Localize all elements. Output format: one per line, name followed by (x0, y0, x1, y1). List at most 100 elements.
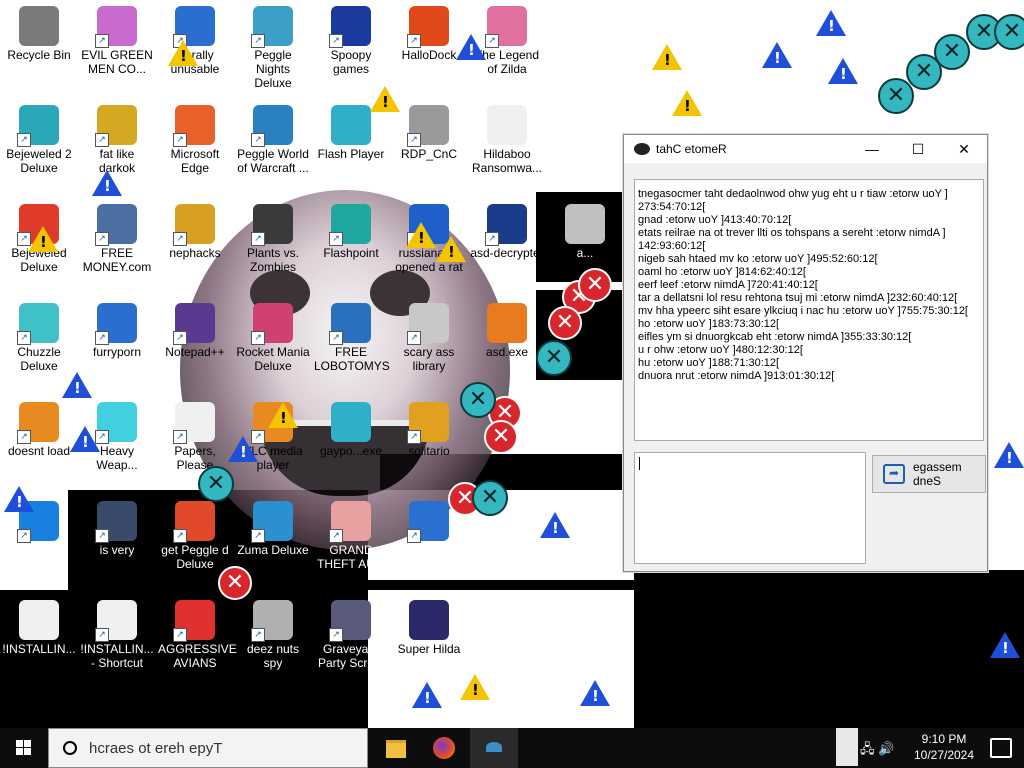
desktop-icon[interactable]: ↗ Microsoft Edge (156, 99, 234, 195)
desktop-icon[interactable]: ↗ FREE MONEY.com (78, 198, 156, 294)
peggle-icon: ↗ (251, 6, 293, 48)
desktop-icon[interactable]: ↗ Plants vs. Zombies (234, 198, 312, 294)
warning-icon[interactable] (168, 40, 198, 66)
teal-error-icon[interactable]: ✕ (536, 340, 572, 376)
desktop-icon[interactable]: ↗ AGGRESSIVE AVIANS (156, 594, 237, 690)
desktop-icon[interactable]: ↗ scary ass library (390, 297, 468, 393)
desktop-icon[interactable]: ↗ EVIL GREEN MEN CO... (78, 0, 156, 96)
desktop-icon[interactable]: ↗ is very (78, 495, 156, 591)
taskbar-search-box[interactable]: hcraes ot ereh epyT (48, 728, 368, 768)
teal-error-icon[interactable]: ✕ (994, 14, 1024, 50)
desktop-icon-label: Chuzzle Deluxe (17, 345, 61, 373)
desktop-icon[interactable]: ↗ nephacks (156, 198, 234, 294)
warning-icon[interactable] (268, 402, 298, 428)
desktop-icon[interactable]: ↗ FREE LOBOTOMYS (312, 297, 390, 393)
desktop-icon[interactable]: ↗ Peggle Nights Deluxe (234, 0, 312, 96)
warning-icon[interactable] (652, 44, 682, 70)
folder-shape (386, 740, 406, 758)
warning-icon[interactable] (28, 226, 58, 252)
close-button[interactable]: ✕ (941, 141, 987, 158)
error-icon[interactable]: ✕ (578, 268, 612, 302)
file-explorer-icon[interactable] (372, 728, 420, 768)
volume-icon[interactable]: 🔊 (878, 741, 894, 756)
shortcut-arrow-icon: ↗ (95, 133, 109, 147)
desktop-icon[interactable]: asd.exe (468, 297, 546, 393)
desktop-icon[interactable]: ↗ asd-decrypter (468, 198, 546, 294)
send-message-button[interactable]: ➦ egassem dneS (872, 455, 986, 493)
info-icon[interactable] (456, 34, 486, 60)
info-icon[interactable] (816, 10, 846, 36)
minimize-button[interactable]: — (849, 141, 895, 157)
desktop-icon[interactable]: ↗ solitario (390, 396, 468, 492)
info-icon[interactable] (228, 436, 258, 462)
show-hidden-icons[interactable] (836, 728, 858, 766)
desktop-icon[interactable]: ↗ RDP_CnC (390, 99, 468, 195)
chat-message-input[interactable] (634, 452, 866, 564)
teal-error-icon[interactable]: ✕ (198, 466, 234, 502)
desktop-icon[interactable]: ↗ Bejeweled 2 Deluxe (0, 99, 78, 195)
teal-error-icon[interactable]: ✕ (934, 34, 970, 70)
warning-icon[interactable] (460, 674, 490, 700)
shortcut-arrow-icon: ↗ (95, 34, 109, 48)
remote-chat-window[interactable]: tahC etomeR — ☐ ✕ tnegasocmer taht dedao… (623, 134, 988, 572)
desktop-icon[interactable]: ↗ Rocket Mania Deluxe (234, 297, 312, 393)
desktop-icon[interactable]: ↗ Notepad++ (156, 297, 234, 393)
desktop-icon[interactable]: Flash Player (312, 99, 390, 195)
chat-titlebar[interactable]: tahC etomeR — ☐ ✕ (624, 135, 987, 163)
network-icon[interactable]: 🖧 (860, 741, 875, 756)
info-icon[interactable] (828, 58, 858, 84)
system-tray[interactable]: 🖧 🔊 (860, 740, 894, 762)
shortcut-arrow-icon: ↗ (251, 628, 265, 642)
search-placeholder: hcraes ot ereh epyT (89, 740, 223, 757)
desktop-icon[interactable]: ↗ Peggle World of Warcraft ... (234, 99, 312, 195)
desktop-icon[interactable]: gaypo...exe (312, 396, 390, 492)
desktop-icon[interactable]: ↗ !INSTALLIN... - Shortcut (78, 594, 156, 690)
chat-log[interactable]: tnegasocmer taht dedaolnwod ohw yug eht … (634, 179, 984, 441)
shortcut-arrow-icon: ↗ (329, 331, 343, 345)
desktop-icon[interactable]: ↗ Graveyard Party Scre... (312, 594, 390, 690)
teal-error-icon[interactable]: ✕ (472, 480, 508, 516)
desktop-icon[interactable]: ↗ doesnt load (0, 396, 78, 492)
maximize-button[interactable]: ☐ (895, 141, 941, 158)
info-icon[interactable] (994, 442, 1024, 468)
chat-message-line: 142:93:60:12[ (638, 240, 706, 252)
thunderbird-icon: ↗ (407, 501, 449, 543)
info-icon[interactable] (412, 682, 442, 708)
info-icon[interactable] (70, 426, 100, 452)
papers-icon: ↗ (173, 402, 215, 444)
desktop-icon[interactable]: ↗ GRAND THEFT AU... (312, 495, 390, 591)
teal-error-icon[interactable]: ✕ (878, 78, 914, 114)
info-icon[interactable] (540, 512, 570, 538)
teal-error-icon[interactable]: ✕ (460, 382, 496, 418)
firefox-icon[interactable] (420, 728, 468, 768)
error-icon[interactable]: ✕ (548, 306, 582, 340)
remote-app-icon[interactable] (470, 728, 518, 768)
error-icon[interactable]: ✕ (218, 566, 252, 600)
info-icon[interactable] (62, 372, 92, 398)
desktop-icon[interactable]: ↗ deez nuts spy (234, 594, 312, 690)
desktop-icon[interactable]: ↗ Flashpoint (312, 198, 390, 294)
info-icon[interactable] (580, 680, 610, 706)
info-icon[interactable] (92, 170, 122, 196)
warning-icon[interactable] (436, 236, 466, 262)
send-arrow-icon: ➦ (883, 464, 905, 484)
chat-message-line: dnuora nrut :etorw nimdA ]913:01:30:12[ (638, 370, 835, 382)
info-icon[interactable] (762, 42, 792, 68)
info-icon[interactable] (990, 632, 1020, 658)
shortcut-arrow-icon: ↗ (251, 529, 265, 543)
desktop-icon[interactable]: ↗ Spoopy games (312, 0, 390, 96)
shortcut-arrow-icon: ↗ (329, 529, 343, 543)
error-icon[interactable]: ✕ (484, 420, 518, 454)
desktop-icon[interactable]: !INSTALLIN... (0, 594, 78, 690)
notification-center-icon[interactable] (990, 738, 1012, 758)
start-button[interactable] (0, 728, 48, 768)
clock[interactable]: 9:10 PM 10/27/2024 (904, 731, 984, 763)
desktop-icon[interactable]: Hildaboo Ransomwa... (468, 99, 546, 195)
angry-bird-icon: ↗ (173, 600, 215, 642)
info-icon[interactable] (4, 486, 34, 512)
desktop-icon[interactable]: Recycle Bin (0, 0, 78, 96)
warning-icon[interactable] (370, 86, 400, 112)
warning-icon[interactable] (672, 90, 702, 116)
desktop-icon[interactable]: Super Hilda (390, 594, 468, 690)
warning-icon[interactable] (406, 222, 436, 248)
